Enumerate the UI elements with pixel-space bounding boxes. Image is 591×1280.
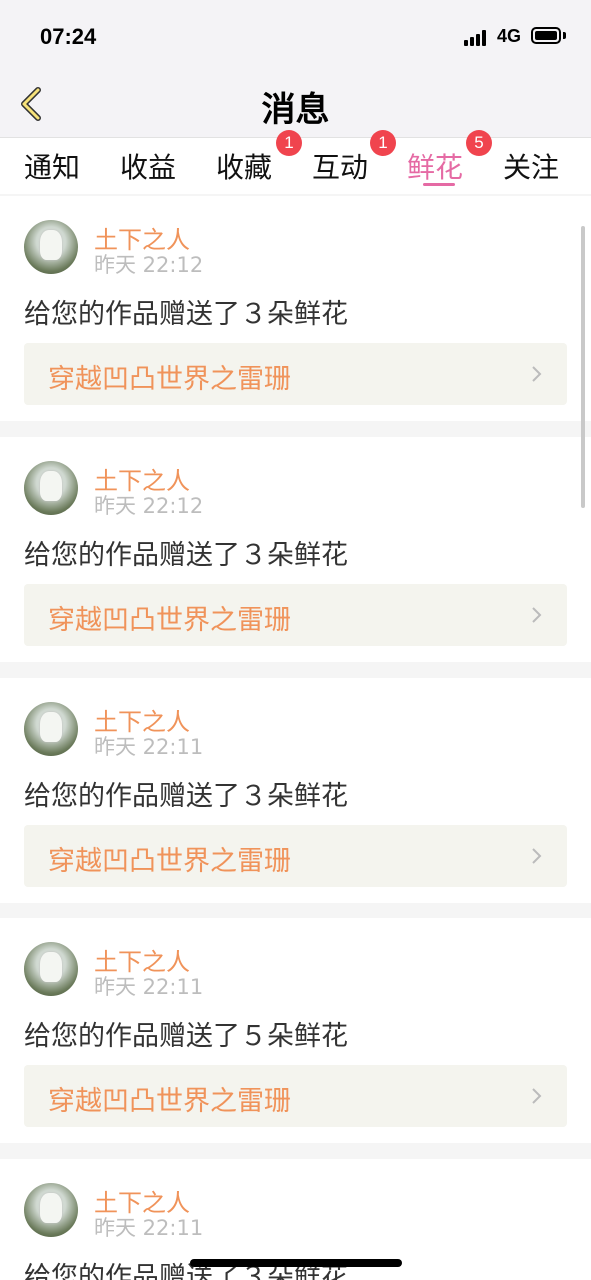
home-indicator[interactable]	[190, 1259, 402, 1267]
timestamp: 昨天 22:11	[94, 1216, 204, 1240]
list-item: 土下之人 昨天 22:12 给您的作品赠送了３朵鲜花 穿越凹凸世界之雷珊	[0, 196, 591, 421]
avatar[interactable]	[24, 702, 78, 756]
work-title: 穿越凹凸世界之雷珊	[48, 364, 291, 395]
timestamp: 昨天 22:11	[94, 735, 204, 759]
tab-follows[interactable]: 关注	[503, 146, 559, 186]
page-title: 消息	[261, 90, 330, 130]
message-text: 给您的作品赠送了５朵鲜花	[24, 1021, 348, 1052]
interactions-badge: 1	[370, 130, 396, 156]
signal-icon	[464, 30, 490, 46]
tab-interactions[interactable]: 互动	[312, 146, 368, 186]
work-title: 穿越凹凸世界之雷珊	[48, 1086, 291, 1117]
message-text: 给您的作品赠送了３朵鲜花	[24, 540, 348, 571]
chevron-right-icon	[532, 366, 542, 382]
status-time: 07:24	[40, 24, 97, 49]
chevron-right-icon	[532, 607, 542, 623]
avatar[interactable]	[24, 461, 78, 515]
work-link[interactable]: 穿越凹凸世界之雷珊	[24, 343, 567, 405]
flowers-badge: 5	[466, 130, 492, 156]
scrollbar[interactable]	[581, 226, 585, 508]
active-tab-indicator	[423, 183, 455, 186]
work-link[interactable]: 穿越凹凸世界之雷珊	[24, 584, 567, 646]
avatar[interactable]	[24, 942, 78, 996]
work-link[interactable]: 穿越凹凸世界之雷珊	[24, 1065, 567, 1127]
chevron-right-icon	[532, 848, 542, 864]
timestamp: 昨天 22:12	[94, 253, 204, 277]
work-title: 穿越凹凸世界之雷珊	[48, 605, 291, 636]
timestamp: 昨天 22:11	[94, 975, 204, 999]
message-text: 给您的作品赠送了３朵鲜花	[24, 781, 348, 812]
status-bar: 07:24 4G	[0, 0, 591, 70]
chevron-right-icon	[532, 1088, 542, 1104]
favorites-badge: 1	[276, 130, 302, 156]
message-text: 给您的作品赠送了３朵鲜花	[24, 299, 348, 330]
network-label: 4G	[497, 26, 522, 46]
battery-icon	[531, 27, 561, 44]
nav-bar: 消息	[0, 70, 591, 138]
tab-earnings[interactable]: 收益	[120, 146, 176, 186]
list-item: 土下之人 昨天 22:12 给您的作品赠送了３朵鲜花 穿越凹凸世界之雷珊	[0, 437, 591, 662]
tab-flowers[interactable]: 鲜花	[407, 146, 463, 186]
work-link[interactable]: 穿越凹凸世界之雷珊	[24, 825, 567, 887]
avatar[interactable]	[24, 1183, 78, 1237]
list-item: 土下之人 昨天 22:11 给您的作品赠送了５朵鲜花 穿越凹凸世界之雷珊	[0, 918, 591, 1143]
tab-favorites[interactable]: 收藏	[216, 146, 272, 186]
work-title: 穿越凹凸世界之雷珊	[48, 846, 291, 877]
avatar[interactable]	[24, 220, 78, 274]
battery-cap	[563, 32, 566, 39]
timestamp: 昨天 22:12	[94, 494, 204, 518]
list-item: 土下之人 昨天 22:11 给您的作品赠送了３朵鲜花 穿越凹凸世界之雷珊	[0, 678, 591, 903]
tab-notifications[interactable]: 通知	[24, 146, 80, 186]
